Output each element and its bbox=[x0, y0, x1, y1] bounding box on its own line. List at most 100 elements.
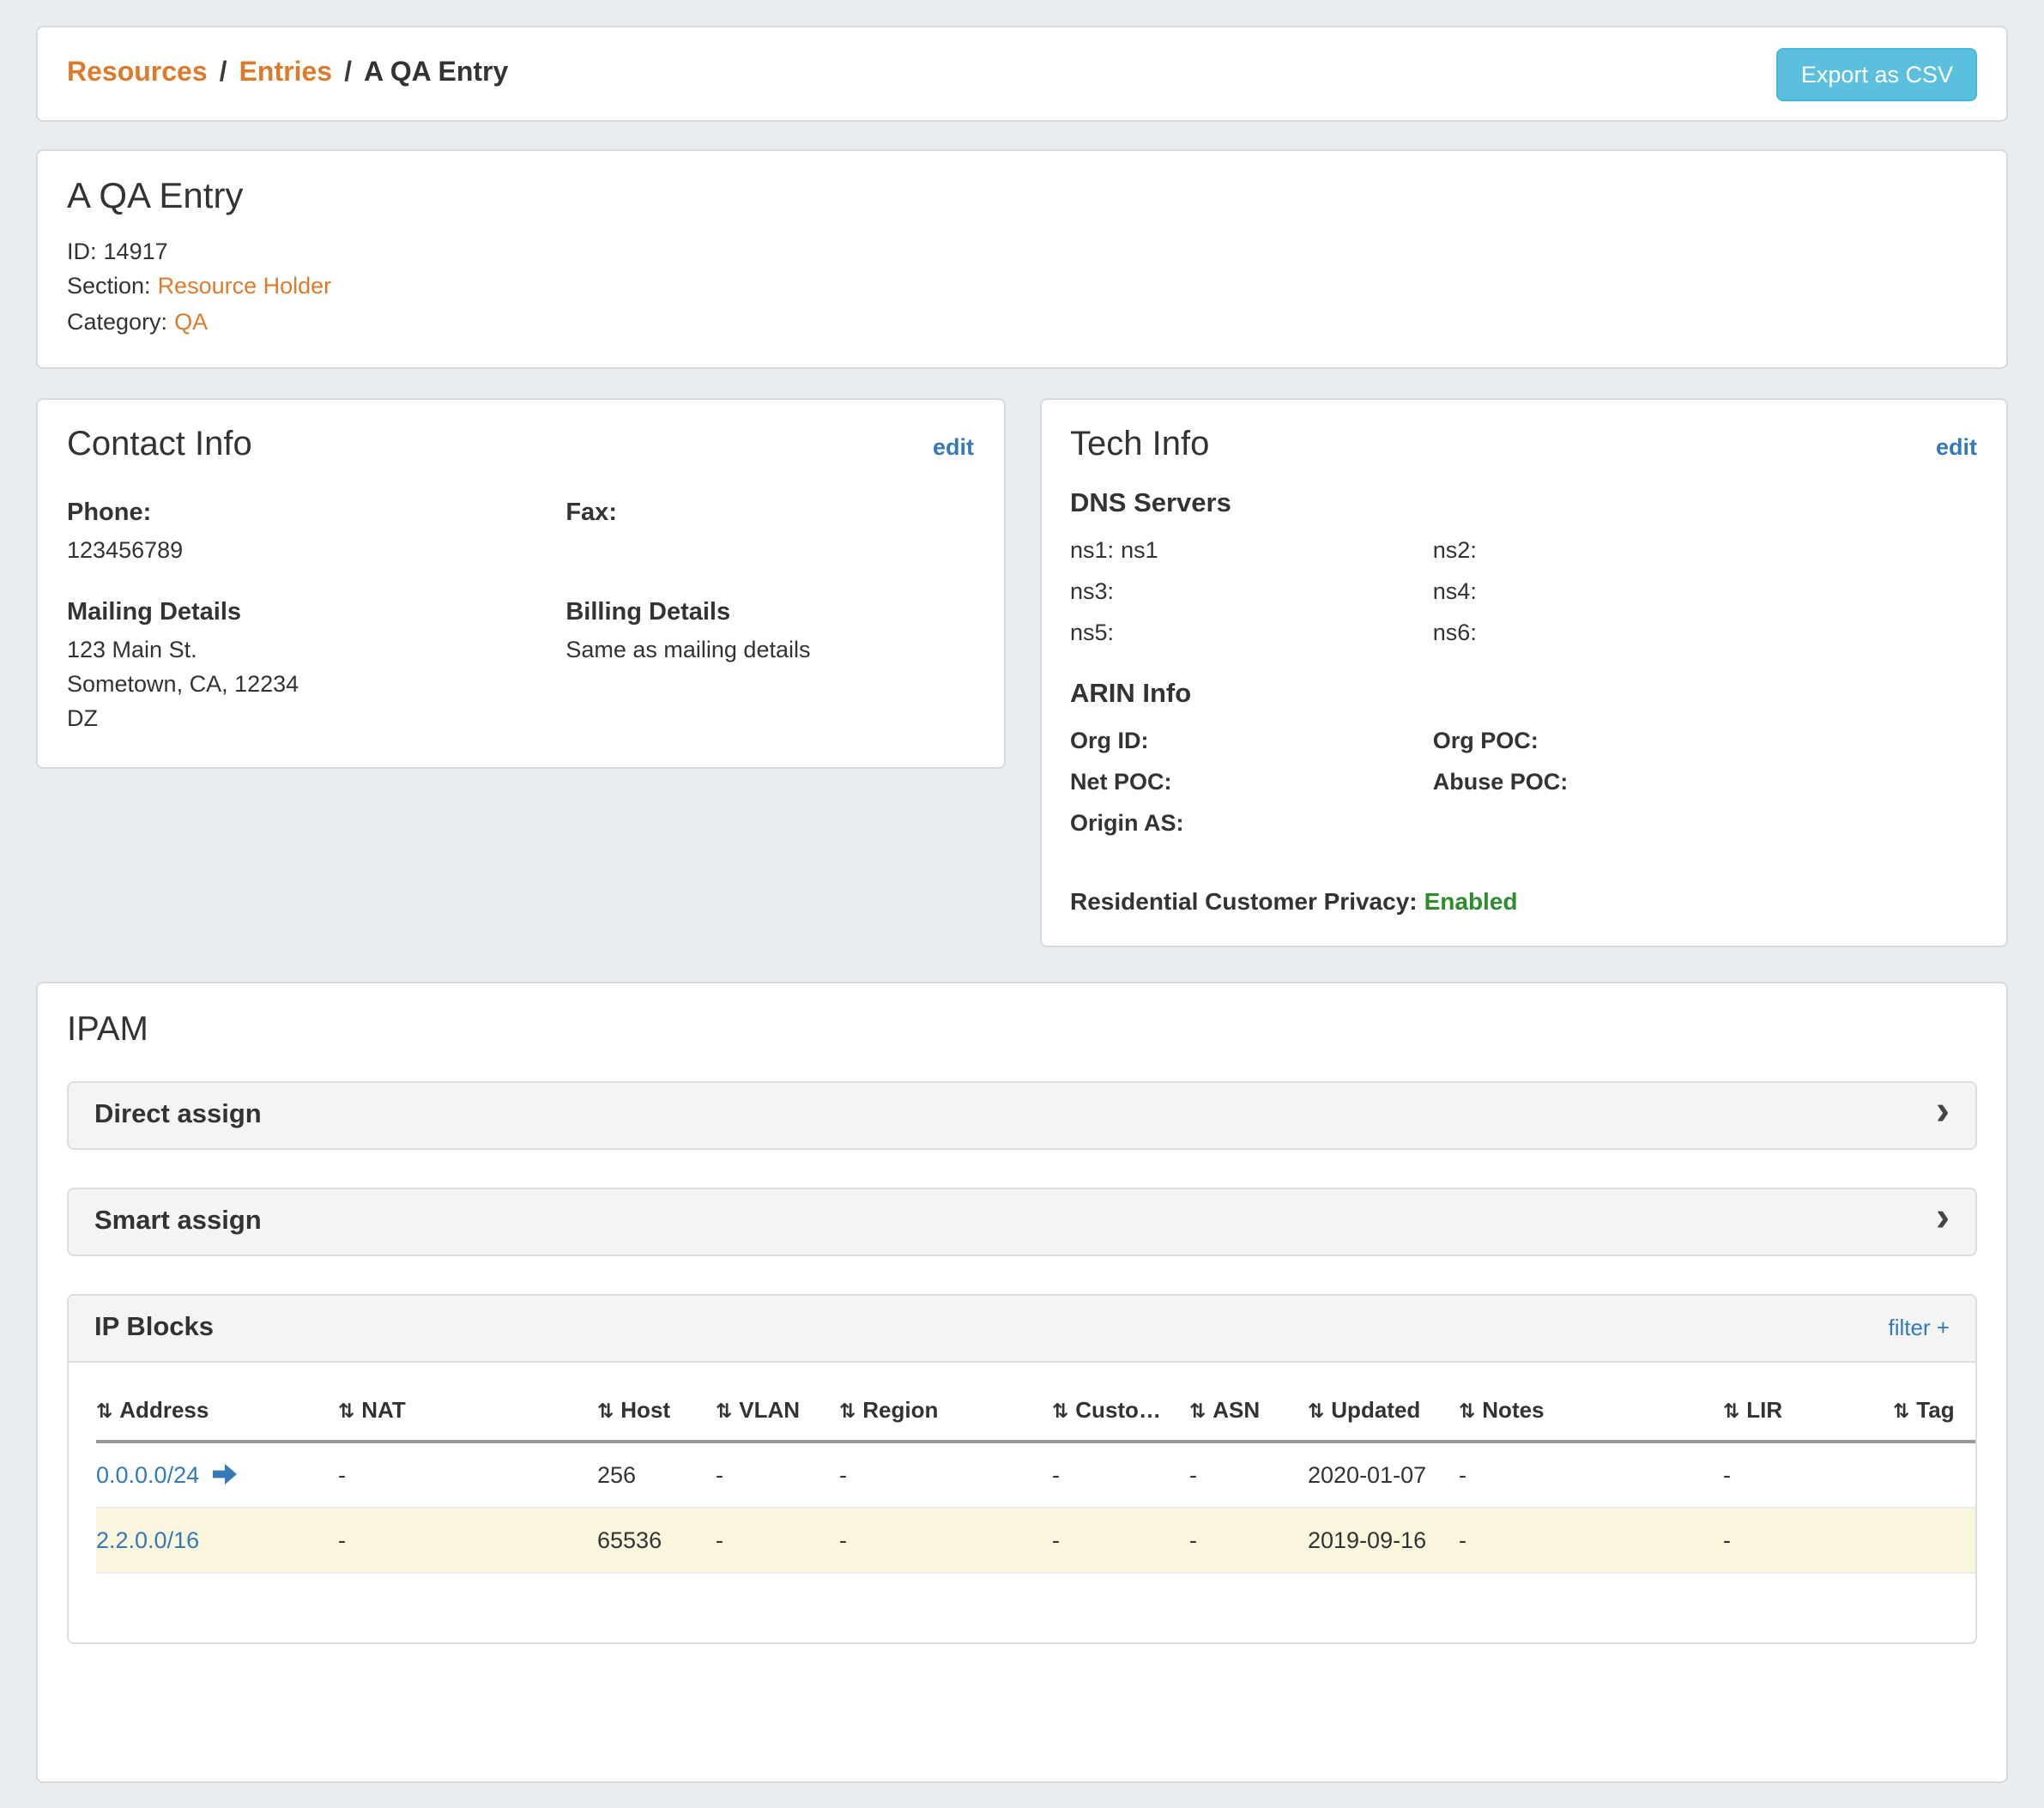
phone-block: Phone: 123456789 bbox=[67, 496, 565, 568]
billing-value: Same as mailing details bbox=[565, 632, 974, 668]
direct-assign-label: Direct assign bbox=[94, 1099, 262, 1130]
tags-cell bbox=[1893, 1441, 1975, 1507]
column-header-customer[interactable]: ⇅ Custo… bbox=[1052, 1376, 1189, 1441]
dns-label: ns1: bbox=[1070, 537, 1114, 563]
column-label: Region bbox=[862, 1396, 938, 1422]
column-header-region[interactable]: ⇅Region bbox=[839, 1376, 1052, 1441]
direct-assign-panel[interactable]: Direct assign › bbox=[67, 1080, 1977, 1149]
column-label: VLAN bbox=[739, 1396, 800, 1422]
contact-info-card: Contact Info edit Phone: 123456789 Fax: … bbox=[36, 398, 1005, 770]
entry-id-line: ID:14917 bbox=[67, 235, 1977, 270]
ip-address-link[interactable]: 0.0.0.0/24 bbox=[96, 1461, 199, 1487]
notes-cell: - bbox=[1459, 1441, 1723, 1507]
column-label: Tag bbox=[1916, 1396, 1954, 1422]
column-header-host[interactable]: ⇅Host bbox=[597, 1376, 716, 1441]
phone-label: Phone: bbox=[67, 496, 565, 534]
column-label: Custo… bbox=[1075, 1396, 1161, 1422]
column-header-address[interactable]: ⇅Address bbox=[96, 1376, 338, 1441]
privacy-label: Residential Customer Privacy: bbox=[1070, 886, 1418, 914]
sort-icon: ⇅ bbox=[1459, 1401, 1475, 1422]
mailing-line: 123 Main St. bbox=[67, 632, 565, 668]
sort-icon: ⇅ bbox=[96, 1401, 112, 1422]
tech-edit-link[interactable]: edit bbox=[1936, 434, 1977, 460]
customer-cell: - bbox=[1052, 1441, 1189, 1507]
column-header-vlan[interactable]: ⇅VLAN bbox=[716, 1376, 839, 1441]
arin-field: Org ID: bbox=[1070, 720, 1433, 762]
region-cell: - bbox=[839, 1441, 1052, 1507]
column-header-lir[interactable]: ⇅LIR bbox=[1723, 1376, 1893, 1441]
ip-address-link[interactable]: 2.2.0.0/16 bbox=[96, 1527, 199, 1552]
sort-icon: ⇅ bbox=[1052, 1401, 1068, 1422]
updated-cell: 2020-01-07 bbox=[1308, 1441, 1459, 1507]
breadcrumb: Resources / Entries / A QA Entry Export … bbox=[36, 26, 2008, 122]
table-row: 2.2.0.0/16 - 65536 - - - - 2019-09-16 - bbox=[96, 1507, 1975, 1572]
sort-icon: ⇅ bbox=[338, 1401, 354, 1422]
category-link[interactable]: QA bbox=[174, 308, 208, 334]
breadcrumb-separator: / bbox=[344, 58, 352, 89]
sort-icon: ⇅ bbox=[1893, 1401, 1909, 1422]
column-label: NAT bbox=[361, 1396, 406, 1422]
page-title: A QA Entry bbox=[67, 177, 1977, 218]
dns-entry: ns4: bbox=[1433, 571, 1977, 614]
fax-block: Fax: bbox=[565, 496, 974, 568]
dns-label: ns6: bbox=[1433, 620, 1477, 646]
column-header-asn[interactable]: ⇅ ASN bbox=[1189, 1376, 1308, 1441]
breadcrumb-link-resources[interactable]: Resources bbox=[67, 58, 208, 89]
dns-entry: ns5: bbox=[1070, 614, 1433, 656]
address-cell: 0.0.0.0/24 bbox=[96, 1441, 338, 1507]
export-csv-button[interactable]: Export as CSV bbox=[1777, 47, 1977, 100]
chevron-right-icon: › bbox=[1936, 1091, 1950, 1138]
lir-cell: - bbox=[1723, 1441, 1893, 1507]
region-cell: - bbox=[839, 1507, 1052, 1572]
column-header-nat[interactable]: ⇅ NAT bbox=[338, 1376, 597, 1441]
breadcrumb-link-entries[interactable]: Entries bbox=[239, 58, 333, 89]
entry-section-label: Section: bbox=[67, 274, 151, 299]
dns-label: ns3: bbox=[1070, 578, 1114, 604]
sort-icon: ⇅ bbox=[1723, 1401, 1739, 1422]
nat-cell: - bbox=[338, 1507, 597, 1572]
sort-icon: ⇅ bbox=[597, 1401, 614, 1422]
asn-cell: - bbox=[1189, 1441, 1308, 1507]
ip-blocks-panel: IP Blocks filter + ⇅Address ⇅N bbox=[67, 1293, 1977, 1643]
mailing-label: Mailing Details bbox=[67, 596, 565, 633]
section-link[interactable]: Resource Holder bbox=[158, 274, 332, 299]
filter-toggle[interactable]: filter + bbox=[1888, 1315, 1950, 1340]
contact-edit-link[interactable]: edit bbox=[933, 434, 974, 460]
arin-field: Org POC: bbox=[1433, 720, 1977, 762]
arin-field: Origin AS: bbox=[1070, 803, 1433, 845]
arin-field: Net POC: bbox=[1070, 762, 1433, 804]
smart-assign-panel[interactable]: Smart assign › bbox=[67, 1187, 1977, 1255]
tech-info-title: Tech Info bbox=[1070, 426, 1209, 465]
asn-cell: - bbox=[1189, 1507, 1308, 1572]
ip-blocks-title: IP Blocks bbox=[94, 1312, 214, 1343]
goto-arrow-icon[interactable] bbox=[213, 1463, 237, 1484]
billing-block: Billing Details Same as mailing details bbox=[565, 596, 974, 737]
mailing-line: Sometown, CA, 12234 bbox=[67, 668, 565, 703]
dns-entry: ns2: bbox=[1433, 530, 1977, 572]
dns-entry: ns6: bbox=[1433, 614, 1977, 656]
entry-id-value: 14917 bbox=[104, 239, 168, 264]
column-label: ASN bbox=[1212, 1396, 1260, 1422]
dns-label: ns5: bbox=[1070, 620, 1114, 646]
ipam-title: IPAM bbox=[67, 1010, 1977, 1049]
dns-entry: ns3: bbox=[1070, 571, 1433, 614]
entry-summary-card: A QA Entry ID:14917 Section: Resource Hol… bbox=[36, 149, 2008, 369]
arin-info-heading: ARIN Info bbox=[1070, 679, 1977, 710]
privacy-status: Enabled bbox=[1424, 886, 1518, 914]
column-label: Updated bbox=[1331, 1396, 1420, 1422]
vlan-cell: - bbox=[716, 1507, 839, 1572]
address-cell: 2.2.0.0/16 bbox=[96, 1507, 338, 1572]
chevron-right-icon: › bbox=[1936, 1198, 1950, 1244]
updated-cell: 2019-09-16 bbox=[1308, 1507, 1459, 1572]
column-header-notes[interactable]: ⇅Notes bbox=[1459, 1376, 1723, 1441]
sort-icon: ⇅ bbox=[1308, 1401, 1324, 1422]
mailing-block: Mailing Details 123 Main St. Sometown, C… bbox=[67, 596, 565, 737]
contact-info-title: Contact Info bbox=[67, 426, 252, 465]
column-header-tag[interactable]: ⇅ Tag bbox=[1893, 1376, 1975, 1441]
sort-icon: ⇅ bbox=[1189, 1401, 1206, 1422]
column-header-updated[interactable]: ⇅ Updated bbox=[1308, 1376, 1459, 1441]
nat-cell: - bbox=[338, 1441, 597, 1507]
phone-value: 123456789 bbox=[67, 533, 565, 568]
breadcrumb-current: A QA Entry bbox=[364, 58, 508, 89]
vlan-cell: - bbox=[716, 1441, 839, 1507]
